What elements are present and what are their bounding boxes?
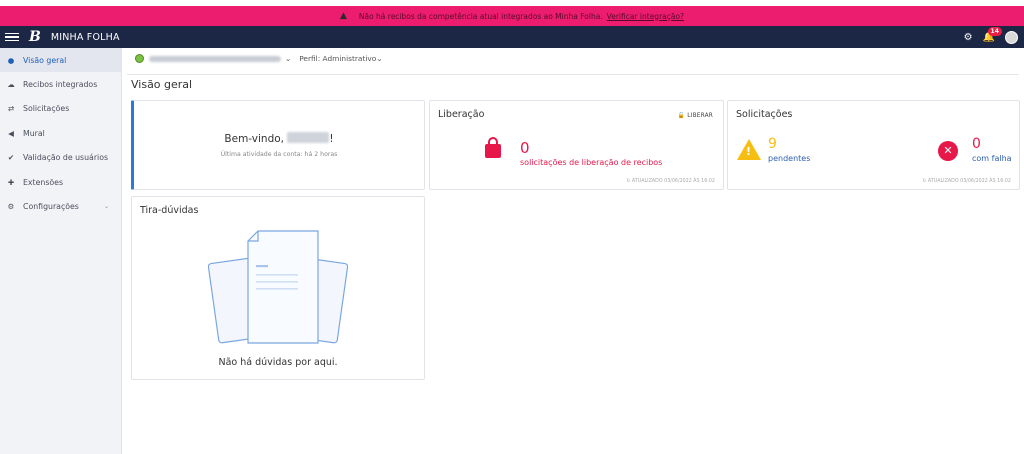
failed-label[interactable]: com falha — [972, 154, 1012, 163]
chevron-down-icon: ⌄ — [103, 203, 109, 211]
sidebar: ● Visão geral ☁ Recibos integrados ⇄ Sol… — [0, 48, 122, 454]
faq-empty-message: Não há dúvidas por aqui. — [218, 357, 338, 368]
welcome-card: Bem-vindo, ! Última atividade da conta: … — [131, 100, 425, 190]
app-logo[interactable]: B — [29, 29, 41, 45]
user-name-redacted — [287, 132, 330, 143]
puzzle-icon: ✚ — [7, 177, 15, 187]
exclamation-mark: ! — [746, 145, 752, 158]
avatar[interactable] — [1005, 30, 1018, 44]
greeting-prefix: Bem-vindo, — [224, 133, 285, 145]
pending-count[interactable]: 9 — [768, 136, 777, 152]
check-icon: ✔ — [7, 153, 15, 163]
sidebar-item-solicitacoes[interactable]: ⇄ Solicitações — [0, 97, 121, 121]
error-circle-icon: ✕ — [938, 141, 958, 161]
liberacao-card: Liberação 🔓 LIBERAR 0 solicitações de li… — [429, 100, 724, 190]
top-navbar: B MINHA FOLHA ⚙ 🔔 14 — [0, 26, 1024, 48]
greeting-suffix: ! — [329, 133, 334, 145]
sidebar-item-visao-geral[interactable]: ● Visão geral — [0, 48, 121, 73]
cloud-upload-icon: ☁ — [7, 80, 15, 90]
main-content: ⌄ Perfil: Administrativo ⌄ Visão geral B… — [122, 48, 1024, 454]
liberacao-count[interactable]: 0 — [520, 139, 530, 157]
solicitacoes-card: Solicitações ! 9 pendentes ✕ 0 com falha… — [727, 100, 1020, 190]
menu-icon[interactable] — [5, 32, 19, 42]
updated-text: ATUALIZADO 03/06/2022 ÀS 16:02 — [631, 179, 715, 184]
sidebar-item-label: Visão geral — [23, 55, 67, 65]
sidebar-item-label: Recibos integrados — [23, 80, 98, 90]
updated-timestamp: ↻ ATUALIZADO 03/06/2022 ÀS 16:02 — [922, 179, 1011, 184]
card-title: Tira-dúvidas — [140, 205, 199, 216]
updated-timestamp: ↻ ATUALIZADO 03/06/2022 ÀS 16:02 — [626, 179, 715, 184]
alert-text: Não há recibos da competência atual inte… — [358, 11, 603, 21]
megaphone-icon: ◀ — [8, 128, 14, 138]
sidebar-item-recibos-integrados[interactable]: ☁ Recibos integrados — [0, 72, 121, 96]
profile-selector[interactable]: Perfil: Administrativo — [299, 54, 376, 63]
verify-integration-link[interactable]: Verificar integração? — [607, 12, 684, 21]
divider — [127, 74, 1019, 75]
company-logo-icon — [135, 54, 144, 63]
notifications-bell-icon[interactable]: 🔔 14 — [983, 26, 1002, 43]
sidebar-item-label: Extensões — [23, 177, 64, 187]
sidebar-item-extensoes[interactable]: ✚ Extensões — [0, 170, 121, 194]
gears-icon[interactable]: ⚙ — [964, 32, 973, 43]
card-title: Solicitações — [736, 109, 793, 120]
last-activity: Última atividade da conta: há 2 horas — [220, 151, 338, 158]
company-name-redacted — [149, 55, 281, 62]
sidebar-item-mural[interactable]: ◀ Mural — [0, 121, 121, 145]
faq-card: Tira-dúvidas Não há dúvidas por aqui. — [131, 196, 425, 380]
integration-alert-bar: ▲ Não há recibos da competência atual in… — [0, 6, 1024, 26]
sidebar-item-label: Mural — [23, 128, 45, 138]
sidebar-item-label: Configurações — [23, 202, 79, 212]
lock-icon — [485, 137, 501, 158]
sidebar-item-label: Validação de usuários — [23, 153, 109, 163]
sidebar-item-label: Solicitações — [23, 104, 70, 114]
pending-label[interactable]: pendentes — [768, 154, 810, 163]
card-title: Liberação — [438, 109, 485, 120]
gears-icon: ⚙ — [7, 202, 15, 212]
app-title[interactable]: MINHA FOLHA — [51, 32, 120, 43]
chevron-down-icon: ⌄ — [285, 54, 292, 63]
exchange-icon: ⇄ — [7, 104, 15, 114]
company-filter[interactable]: ⌄ Perfil: Administrativo ⌄ — [135, 54, 383, 63]
notification-badge: 14 — [987, 26, 1002, 36]
sidebar-item-validacao-usuarios[interactable]: ✔ Validação de usuários — [0, 146, 121, 170]
warning-icon: ▲ — [339, 11, 347, 21]
globe-icon: ● — [7, 55, 15, 65]
unlock-icon: 🔓 — [677, 113, 686, 119]
liberar-button[interactable]: 🔓 LIBERAR — [678, 113, 713, 119]
failed-count[interactable]: 0 — [972, 136, 981, 152]
chevron-down-icon: ⌄ — [376, 54, 383, 63]
page-title: Visão geral — [131, 78, 193, 91]
liberar-label: LIBERAR — [687, 113, 713, 119]
liberacao-description[interactable]: solicitações de liberação de recibos — [520, 158, 662, 167]
empty-documents-illustration — [208, 230, 348, 344]
sidebar-item-configuracoes[interactable]: ⚙ Configurações ⌄ — [0, 194, 121, 218]
updated-text: ATUALIZADO 03/06/2022 ÀS 16:02 — [927, 179, 1011, 184]
welcome-greeting: Bem-vindo, ! — [134, 132, 424, 145]
